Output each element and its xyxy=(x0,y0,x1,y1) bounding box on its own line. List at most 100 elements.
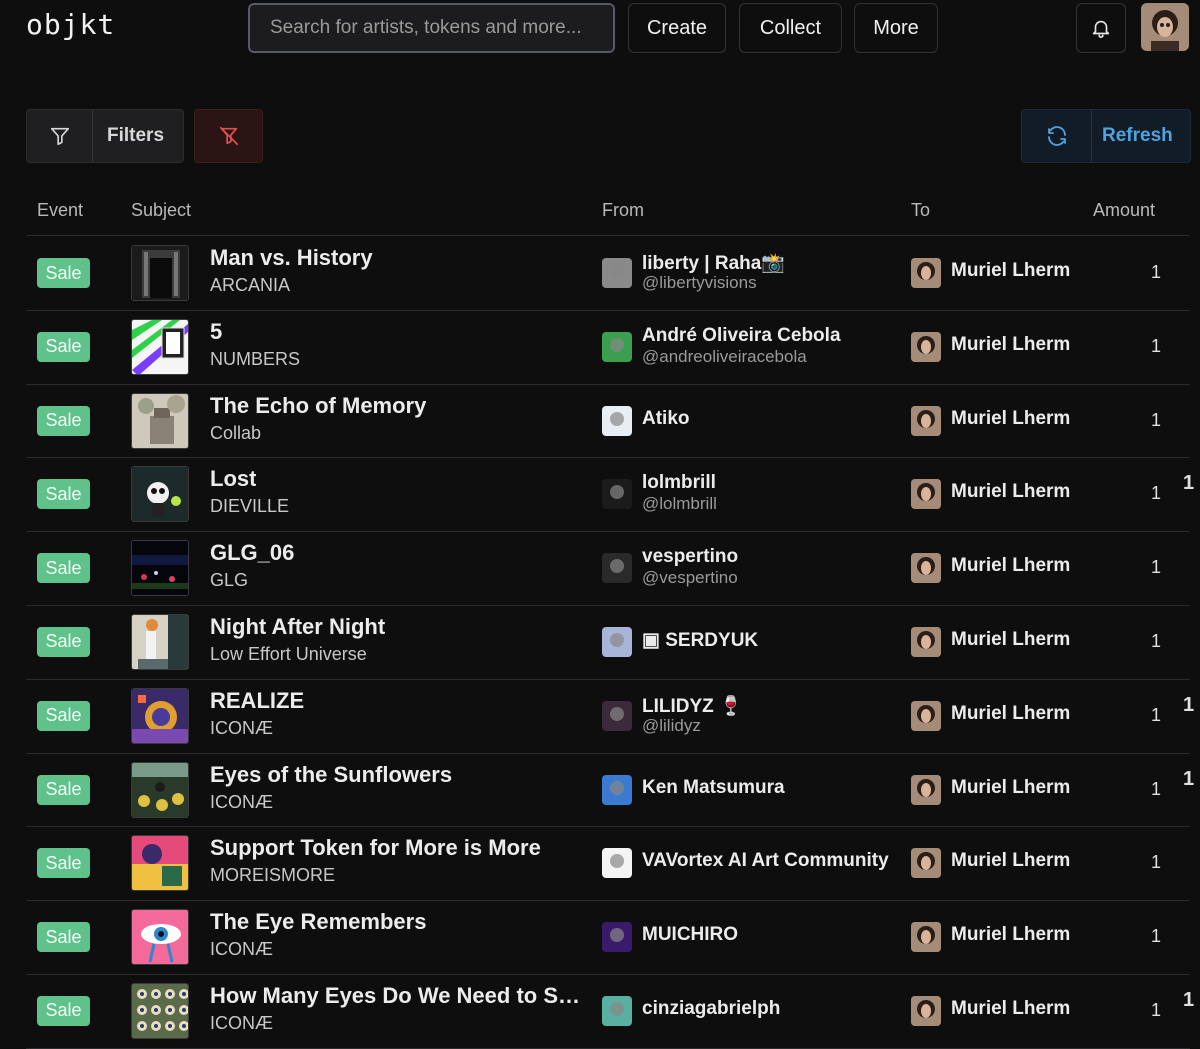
to-avatar[interactable] xyxy=(911,848,941,879)
token-title[interactable]: 5 xyxy=(210,319,222,345)
search-input[interactable] xyxy=(248,3,615,53)
from-name[interactable]: vespertino xyxy=(642,546,738,568)
collect-button[interactable]: Collect xyxy=(739,3,842,53)
token-title[interactable]: REALIZE xyxy=(210,688,304,714)
to-avatar[interactable] xyxy=(911,331,941,362)
from-avatar[interactable] xyxy=(602,922,632,953)
to-name[interactable]: Muriel Lherm xyxy=(951,998,1070,1020)
token-title[interactable]: Support Token for More is More xyxy=(210,835,541,861)
token-thumbnail[interactable] xyxy=(131,392,189,449)
from-name[interactable]: cinziagabrielph xyxy=(642,998,780,1020)
to-name[interactable]: Muriel Lherm xyxy=(951,555,1070,577)
token-thumbnail[interactable] xyxy=(131,835,189,892)
from-name[interactable]: ▣ SERDYUK xyxy=(642,629,758,652)
from-name[interactable]: VAVortex AI Art Community xyxy=(642,850,889,872)
to-name[interactable]: Muriel Lherm xyxy=(951,777,1070,799)
token-thumbnail[interactable] xyxy=(131,613,189,670)
more-button[interactable]: More xyxy=(854,3,938,53)
notifications-button[interactable] xyxy=(1076,3,1126,53)
table-row[interactable]: Sale Eyes of the Sunflowers ICONÆ Ken Matsu… xyxy=(26,754,1194,828)
from-handle[interactable]: @andreoliveiracebola xyxy=(642,347,807,367)
from-handle[interactable]: @lolmbrill xyxy=(642,494,717,514)
to-avatar[interactable] xyxy=(911,258,941,288)
to-name[interactable]: Muriel Lherm xyxy=(951,260,1070,282)
table-row[interactable]: Sale Lost DIEVILLE lolmbrill @lolmbrill Murie… xyxy=(26,458,1194,533)
to-name[interactable]: Muriel Lherm xyxy=(951,924,1070,946)
from-avatar[interactable] xyxy=(602,331,632,362)
token-thumbnail[interactable] xyxy=(131,245,189,301)
to-name[interactable]: Muriel Lherm xyxy=(951,408,1070,430)
token-title[interactable]: Night After Night xyxy=(210,614,385,640)
table-row[interactable]: Sale 5 NUMBERS André Oliveira Cebola @andreo… xyxy=(26,311,1190,385)
collection-name[interactable]: Low Effort Universe xyxy=(210,644,367,665)
collection-name[interactable]: ICONÆ xyxy=(210,939,273,960)
clear-filters-button[interactable] xyxy=(194,109,263,163)
from-avatar[interactable] xyxy=(602,700,632,731)
create-button[interactable]: Create xyxy=(628,3,726,53)
token-thumbnail[interactable] xyxy=(131,318,189,375)
collection-name[interactable]: Collab xyxy=(210,423,261,444)
refresh-button[interactable]: Refresh xyxy=(1021,109,1191,163)
to-avatar[interactable] xyxy=(911,479,941,510)
user-avatar[interactable] xyxy=(1141,3,1189,51)
token-thumbnail[interactable] xyxy=(131,982,189,1039)
table-row[interactable]: Sale GLG_06 GLG vespertino @vespertino Muriel… xyxy=(26,532,1190,606)
from-name[interactable]: Ken Matsumura xyxy=(642,777,785,799)
table-row[interactable]: Sale REALIZE ICONÆ LILIDYZ 🍷 @lilidyz Muriel … xyxy=(26,680,1194,754)
from-handle[interactable]: @lilidyz xyxy=(642,716,701,736)
table-row[interactable]: Sale Man vs. History ARCANIA liberty | Raha… xyxy=(26,237,1190,311)
to-avatar[interactable] xyxy=(911,995,941,1026)
from-avatar[interactable] xyxy=(602,995,632,1026)
token-thumbnail[interactable] xyxy=(131,909,189,966)
token-thumbnail[interactable] xyxy=(131,687,189,744)
from-name[interactable]: liberty | Raha📸 xyxy=(642,251,785,275)
from-avatar[interactable] xyxy=(602,848,632,879)
collection-name[interactable]: ICONÆ xyxy=(210,718,273,739)
token-thumbnail[interactable] xyxy=(131,540,189,597)
to-name[interactable]: Muriel Lherm xyxy=(951,629,1070,651)
token-title[interactable]: Eyes of the Sunflowers xyxy=(210,762,452,788)
collection-name[interactable]: GLG xyxy=(210,570,248,591)
from-avatar[interactable] xyxy=(602,405,632,436)
collection-name[interactable]: MOREISMORE xyxy=(210,865,335,886)
table-row[interactable]: Sale Night After Night Low Effort Universe… xyxy=(26,606,1190,680)
token-title[interactable]: Lost xyxy=(210,466,256,492)
token-title[interactable]: Man vs. History xyxy=(210,245,373,271)
filters-button[interactable]: Filters xyxy=(26,109,184,163)
from-name[interactable]: André Oliveira Cebola xyxy=(642,325,841,347)
token-thumbnail[interactable] xyxy=(131,761,189,818)
from-avatar[interactable] xyxy=(602,258,632,288)
to-name[interactable]: Muriel Lherm xyxy=(951,334,1070,356)
table-row[interactable]: Sale The Eye Remembers ICONÆ MUICHIRO Muriel… xyxy=(26,901,1190,975)
to-name[interactable]: Muriel Lherm xyxy=(951,850,1070,872)
to-avatar[interactable] xyxy=(911,626,941,657)
collection-name[interactable]: ICONÆ xyxy=(210,792,273,813)
to-name[interactable]: Muriel Lherm xyxy=(951,481,1070,503)
from-handle[interactable]: @libertyvisions xyxy=(642,273,757,293)
collection-name[interactable]: ICONÆ xyxy=(210,1013,273,1034)
token-title[interactable]: How Many Eyes Do We Need to S… xyxy=(210,983,580,1009)
to-name[interactable]: Muriel Lherm xyxy=(951,703,1070,725)
to-avatar[interactable] xyxy=(911,774,941,805)
table-row[interactable]: Sale Support Token for More is More MOREIS… xyxy=(26,827,1190,902)
to-avatar[interactable] xyxy=(911,922,941,953)
objkt-logo[interactable]: objkt xyxy=(26,8,115,41)
collection-name[interactable]: DIEVILLE xyxy=(210,496,289,517)
token-title[interactable]: The Echo of Memory xyxy=(210,393,426,419)
from-name[interactable]: LILIDYZ 🍷 xyxy=(642,694,743,718)
collection-name[interactable]: ARCANIA xyxy=(210,275,290,296)
from-avatar[interactable] xyxy=(602,774,632,805)
token-thumbnail[interactable] xyxy=(131,466,189,523)
from-handle[interactable]: @vespertino xyxy=(642,568,738,588)
from-name[interactable]: MUICHIRO xyxy=(642,924,738,946)
token-title[interactable]: The Eye Remembers xyxy=(210,909,426,935)
to-avatar[interactable] xyxy=(911,700,941,731)
from-name[interactable]: lolmbrill xyxy=(642,472,716,494)
to-avatar[interactable] xyxy=(911,405,941,436)
table-row[interactable]: Sale How Many Eyes Do We Need to S… ICONÆ c… xyxy=(26,975,1194,1049)
collection-name[interactable]: NUMBERS xyxy=(210,349,300,370)
from-avatar[interactable] xyxy=(602,479,632,510)
from-name[interactable]: Atiko xyxy=(642,408,690,430)
from-avatar[interactable] xyxy=(602,626,632,657)
token-title[interactable]: GLG_06 xyxy=(210,540,294,566)
